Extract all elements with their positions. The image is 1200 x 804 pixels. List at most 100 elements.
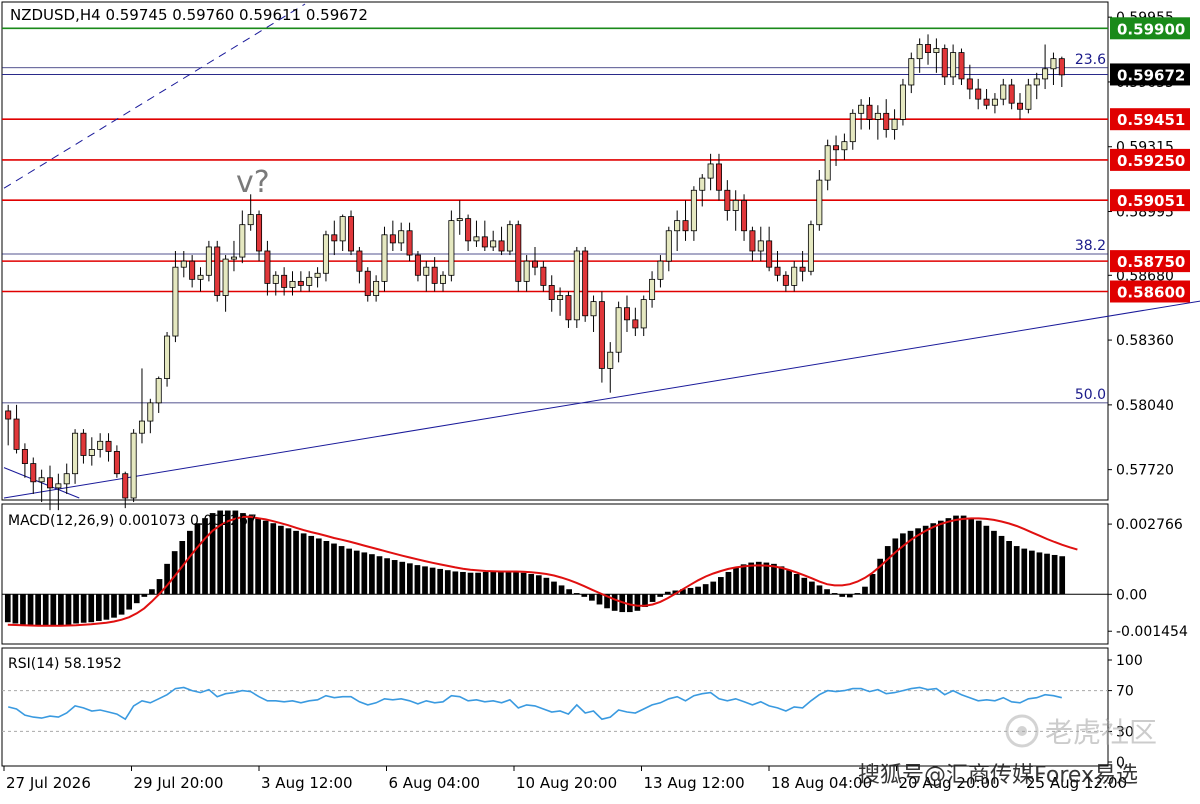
macd-bar (915, 528, 921, 595)
candle-bear (356, 250, 363, 272)
candle-bear (532, 260, 538, 268)
macd-tick-label: 0.002766 (1116, 517, 1183, 533)
macd-bar (315, 538, 322, 595)
macd-bar (399, 561, 406, 595)
macd-bar (725, 571, 732, 595)
macd-bar (589, 594, 595, 601)
time-tick-label: 29 Jul 20:00 (134, 774, 224, 792)
candle-bull (891, 119, 898, 130)
candle-bear (582, 250, 589, 317)
macd-bar (809, 581, 815, 595)
macd-bar (270, 523, 277, 595)
time-tick-label: 10 Aug 20:00 (516, 774, 617, 792)
candle-bull (506, 224, 513, 252)
macd-bar (763, 562, 770, 595)
macd-bar (490, 571, 497, 595)
macd-bar (528, 574, 535, 595)
candle-bear (715, 163, 722, 191)
candle-bull (824, 145, 831, 181)
macd-bar (323, 541, 330, 595)
candle-bull (690, 189, 697, 232)
candle-bear (1017, 102, 1024, 110)
candle-bear (281, 274, 288, 288)
macd-bar (187, 530, 193, 595)
macd-bar (285, 528, 292, 595)
candle-bear (866, 104, 873, 120)
candle-bear (741, 199, 748, 232)
candle-bull (172, 266, 179, 337)
candle-bull (732, 199, 739, 211)
time-tick-label: 6 Aug 04:00 (389, 774, 481, 792)
macd-bar (710, 581, 717, 595)
level-badge-label: 0.59250 (1117, 152, 1185, 170)
candle-bear (5, 410, 12, 420)
level-badge-label: 0.58600 (1117, 283, 1185, 301)
macd-tick-label: 0.00 (1116, 587, 1147, 603)
macd-bar (778, 566, 785, 595)
macd-bar (255, 518, 261, 595)
macd-bar (73, 594, 79, 624)
macd-bar (900, 533, 906, 595)
macd-bar (566, 589, 572, 595)
macd-bar (937, 520, 944, 595)
candle-bull (473, 236, 480, 242)
watermark-source: 搜狐号@汇商传媒Forex易选 (858, 763, 1138, 788)
candle-bull (130, 432, 137, 499)
candle-bear (774, 266, 781, 276)
candle-bear (481, 236, 488, 248)
fib-level-label: 38.2 (1075, 238, 1106, 254)
macd-bar (801, 577, 808, 595)
macd-bar (611, 594, 618, 611)
macd-bar (80, 594, 87, 623)
candle-bear (782, 274, 789, 286)
candle-bear (925, 44, 932, 53)
candle-bear (80, 432, 87, 456)
candle-bear (348, 216, 355, 252)
candle-bear (515, 224, 522, 282)
candle-bull (590, 301, 597, 317)
macd-bar (460, 571, 466, 595)
candle-bull (448, 220, 455, 276)
macd-bar (361, 552, 368, 595)
price-tick-label: 0.57720 (1116, 463, 1174, 479)
candle-bear (682, 220, 689, 232)
candle-bear (46, 477, 53, 489)
macd-bar (1029, 550, 1035, 595)
macd-bar (1021, 548, 1028, 595)
macd-bar (733, 567, 739, 595)
macd-bar (1051, 554, 1058, 595)
macd-bar (20, 594, 26, 625)
macd-bar (27, 594, 34, 626)
macd-bar (649, 594, 656, 602)
candle-bull (849, 112, 856, 143)
macd-bar (1059, 556, 1066, 595)
candle-bull (908, 58, 915, 86)
candle-bull (314, 272, 321, 278)
macd-bar (133, 594, 140, 604)
candle-bear (431, 266, 438, 284)
level-badge-label: 0.58750 (1117, 253, 1185, 271)
candle-bear (883, 112, 890, 130)
macd-bar (991, 530, 997, 595)
candle-bear (766, 240, 773, 268)
macd-bar (414, 565, 421, 595)
rsi-tick-label: 100 (1116, 653, 1143, 669)
candle-bull (757, 240, 764, 252)
macd-bar (695, 586, 701, 595)
candle-bull (841, 141, 848, 151)
candle-bear (565, 295, 572, 321)
candle-bear (941, 48, 948, 78)
candle-bear (1008, 84, 1015, 104)
macd-bar (702, 584, 709, 595)
candle-bull (933, 48, 940, 53)
candle-bull (423, 266, 430, 276)
macd-bar (376, 556, 383, 595)
candle-bear (724, 189, 731, 211)
watermark-brand: 老虎社区 (1045, 716, 1157, 749)
brand-logo-dot (1017, 726, 1027, 736)
macd-bar (262, 520, 269, 595)
candle-bear (406, 230, 413, 256)
chart-header: NZDUSD,H4 0.59745 0.59760 0.59611 0.5967… (10, 6, 368, 24)
macd-bar (740, 564, 747, 595)
time-tick-label: 13 Aug 12:00 (644, 774, 745, 792)
